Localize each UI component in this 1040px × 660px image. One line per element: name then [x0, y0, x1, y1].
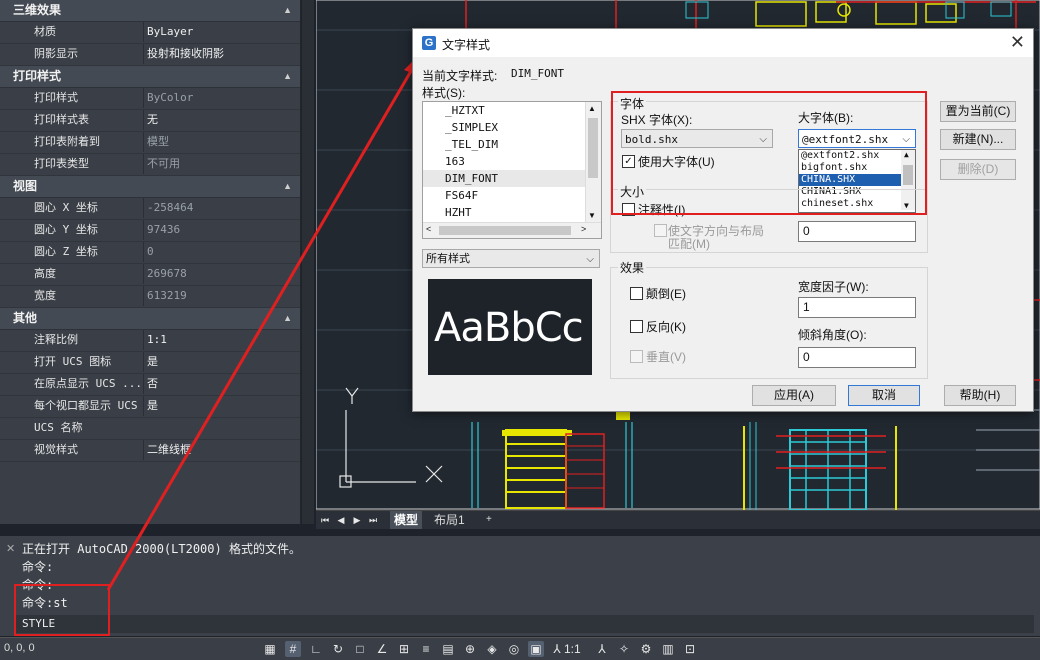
- vertical-label: 垂直(V): [646, 350, 686, 364]
- close-icon[interactable]: ✕: [1010, 32, 1025, 53]
- styles-list[interactable]: _HZTXT _SIMPLEX _TEL_DIM 163 DIM_FONT FS64F HZ…: [422, 101, 602, 239]
- backwards-label: 反向(K): [646, 320, 686, 334]
- style-filter-value: 所有样式: [426, 253, 470, 265]
- oblique-angle-label: 倾斜角度(O):: [798, 328, 867, 342]
- current-style-value: DIM_FONT: [511, 67, 564, 80]
- oblique-angle-input[interactable]: 0: [798, 347, 916, 368]
- style-preview: AaBbCc: [428, 279, 592, 375]
- style-list-item[interactable]: HZHT: [423, 204, 601, 221]
- styles-list-hscroll[interactable]: < >: [423, 222, 601, 238]
- set-current-button[interactable]: 置为当前(C): [940, 101, 1016, 122]
- new-style-button[interactable]: 新建(N)...: [940, 129, 1016, 150]
- vertical-checkbox[interactable]: [630, 350, 643, 363]
- styles-label: 样式(S):: [422, 86, 466, 100]
- backwards-checkbox[interactable]: [630, 320, 643, 333]
- current-style-label: 当前文字样式:: [422, 69, 498, 83]
- match-orientation-label-2: 匹配(M): [668, 237, 710, 251]
- text-style-dialog: G 文字样式 ✕ 当前文字样式: DIM_FONT 样式(S): _HZTXT _…: [412, 28, 1034, 412]
- match-orientation-checkbox[interactable]: [654, 224, 667, 237]
- height-input[interactable]: 0: [798, 221, 916, 242]
- style-list-item[interactable]: _SIMPLEX: [423, 119, 601, 136]
- styles-list-vscroll[interactable]: ▲ ▼: [585, 102, 601, 222]
- width-factor-label: 宽度因子(W):: [798, 280, 869, 294]
- chevron-down-icon: ⌵: [586, 254, 594, 265]
- style-list-item[interactable]: 163: [423, 153, 601, 170]
- cancel-button[interactable]: 取消: [848, 385, 920, 406]
- dialog-title-bar[interactable]: G 文字样式 ✕: [413, 29, 1033, 57]
- highlight-box-font: [611, 91, 927, 215]
- preview-text: AaBbCc: [434, 305, 584, 351]
- style-list-item[interactable]: DIM_FONT: [423, 170, 601, 187]
- upside-down-label: 颠倒(E): [646, 287, 686, 301]
- app-logo-icon: G: [422, 36, 436, 50]
- styles-list-items: _HZTXT _SIMPLEX _TEL_DIM 163 DIM_FONT FS64F HZ…: [423, 102, 601, 221]
- width-factor-input[interactable]: 1: [798, 297, 916, 318]
- style-filter-select[interactable]: 所有样式 ⌵: [422, 249, 600, 268]
- dialog-title: 文字样式: [442, 38, 491, 52]
- style-list-item[interactable]: _HZTXT: [423, 102, 601, 119]
- effects-group-title: 效果: [618, 259, 647, 276]
- delete-style-button[interactable]: 删除(D): [940, 159, 1016, 180]
- style-list-item[interactable]: _TEL_DIM: [423, 136, 601, 153]
- upside-down-checkbox[interactable]: [630, 287, 643, 300]
- apply-button[interactable]: 应用(A): [752, 385, 836, 406]
- style-list-item[interactable]: FS64F: [423, 187, 601, 204]
- help-button[interactable]: 帮助(H): [944, 385, 1016, 406]
